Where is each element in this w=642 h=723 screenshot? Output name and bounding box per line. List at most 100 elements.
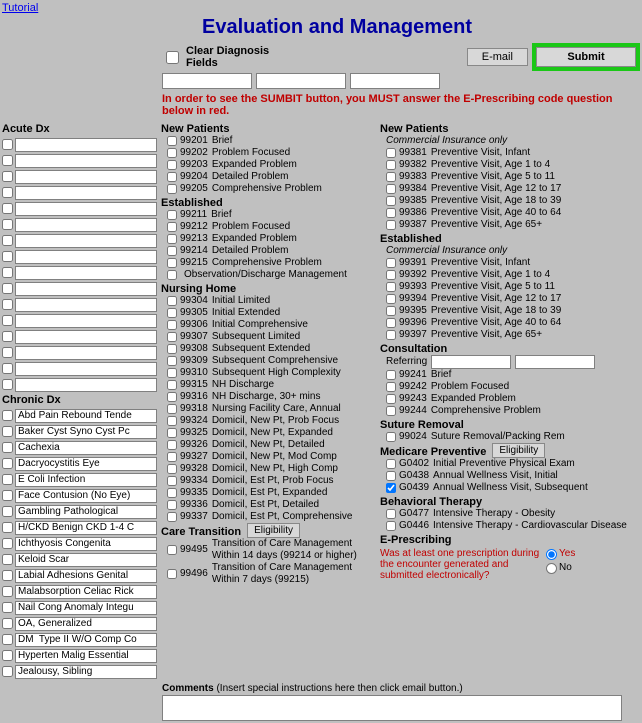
acute-dx-input[interactable]: [15, 362, 157, 376]
chronic-dx-input[interactable]: [15, 633, 157, 647]
code-check[interactable]: [167, 172, 177, 182]
code-check[interactable]: [386, 406, 396, 416]
chronic-dx-check[interactable]: [2, 602, 13, 613]
acute-dx-input[interactable]: [15, 266, 157, 280]
chronic-dx-input[interactable]: [15, 537, 157, 551]
referring-input-1[interactable]: [431, 355, 511, 369]
chronic-dx-check[interactable]: [2, 426, 13, 437]
acute-dx-input[interactable]: [15, 170, 157, 184]
code-check[interactable]: [167, 246, 177, 256]
code-check[interactable]: [386, 521, 396, 531]
chronic-dx-check[interactable]: [2, 634, 13, 645]
clear-dx-checkbox[interactable]: [166, 51, 179, 64]
code-check[interactable]: [386, 294, 396, 304]
code-check[interactable]: [167, 452, 177, 462]
code-check[interactable]: [167, 258, 177, 268]
chronic-dx-input[interactable]: [15, 489, 157, 503]
email-button[interactable]: E-mail: [467, 48, 528, 66]
code-check[interactable]: [167, 500, 177, 510]
chronic-dx-input[interactable]: [15, 585, 157, 599]
acute-dx-check[interactable]: [2, 203, 13, 214]
chronic-dx-check[interactable]: [2, 522, 13, 533]
code-check[interactable]: [167, 416, 177, 426]
chronic-dx-input[interactable]: [15, 569, 157, 583]
code-check[interactable]: [386, 382, 396, 392]
chronic-dx-input[interactable]: [15, 617, 157, 631]
code-check[interactable]: [386, 148, 396, 158]
chronic-dx-check[interactable]: [2, 410, 13, 421]
code-check[interactable]: [386, 394, 396, 404]
acute-dx-check[interactable]: [2, 379, 13, 390]
code-check[interactable]: [386, 220, 396, 230]
acute-dx-check[interactable]: [2, 331, 13, 342]
chronic-dx-check[interactable]: [2, 458, 13, 469]
chronic-dx-input[interactable]: [15, 665, 157, 679]
chronic-dx-check[interactable]: [2, 506, 13, 517]
chronic-dx-input[interactable]: [15, 473, 157, 487]
code-check[interactable]: [386, 160, 396, 170]
tutorial-link[interactable]: Tutorial: [2, 2, 640, 14]
code-check[interactable]: [386, 184, 396, 194]
acute-dx-input[interactable]: [15, 138, 157, 152]
code-check[interactable]: [167, 545, 177, 555]
chronic-dx-input[interactable]: [15, 553, 157, 567]
acute-dx-input[interactable]: [15, 298, 157, 312]
acute-dx-input[interactable]: [15, 154, 157, 168]
code-check[interactable]: [167, 320, 177, 330]
acute-dx-check[interactable]: [2, 363, 13, 374]
code-check[interactable]: [386, 459, 396, 469]
code-check[interactable]: [167, 184, 177, 194]
acute-dx-check[interactable]: [2, 155, 13, 166]
chronic-dx-check[interactable]: [2, 554, 13, 565]
code-check[interactable]: [386, 270, 396, 280]
code-check[interactable]: [167, 488, 177, 498]
code-check[interactable]: [167, 356, 177, 366]
acute-dx-input[interactable]: [15, 378, 157, 392]
acute-dx-check[interactable]: [2, 251, 13, 262]
acute-dx-check[interactable]: [2, 347, 13, 358]
code-check[interactable]: [167, 476, 177, 486]
acute-dx-check[interactable]: [2, 283, 13, 294]
acute-dx-check[interactable]: [2, 187, 13, 198]
code-check[interactable]: [167, 569, 177, 579]
code-check[interactable]: [167, 368, 177, 378]
code-check[interactable]: [386, 258, 396, 268]
code-check[interactable]: [167, 136, 177, 146]
acute-dx-input[interactable]: [15, 218, 157, 232]
chronic-dx-check[interactable]: [2, 570, 13, 581]
code-check[interactable]: [386, 318, 396, 328]
referring-input-2[interactable]: [515, 355, 595, 369]
code-check[interactable]: [167, 148, 177, 158]
acute-dx-input[interactable]: [15, 250, 157, 264]
acute-dx-check[interactable]: [2, 235, 13, 246]
code-check[interactable]: [386, 432, 396, 442]
acute-dx-input[interactable]: [15, 330, 157, 344]
chronic-dx-check[interactable]: [2, 490, 13, 501]
eprescribe-yes[interactable]: [546, 549, 557, 560]
comments-textarea[interactable]: [162, 695, 622, 721]
code-check[interactable]: [167, 210, 177, 220]
code-check[interactable]: [167, 380, 177, 390]
code-check[interactable]: [386, 196, 396, 206]
medicare-eligibility-button[interactable]: Eligibility: [492, 443, 545, 458]
code-check[interactable]: [167, 308, 177, 318]
care-eligibility-button[interactable]: Eligibility: [247, 523, 300, 538]
chronic-dx-check[interactable]: [2, 650, 13, 661]
acute-dx-input[interactable]: [15, 282, 157, 296]
chronic-dx-input[interactable]: [15, 505, 157, 519]
chronic-dx-input[interactable]: [15, 457, 157, 471]
acute-dx-check[interactable]: [2, 299, 13, 310]
code-check[interactable]: [386, 208, 396, 218]
code-check[interactable]: [167, 428, 177, 438]
code-check[interactable]: [386, 306, 396, 316]
code-check[interactable]: [386, 509, 396, 519]
chronic-dx-check[interactable]: [2, 538, 13, 549]
top-input-1[interactable]: [162, 73, 252, 89]
acute-dx-input[interactable]: [15, 346, 157, 360]
acute-dx-check[interactable]: [2, 267, 13, 278]
code-check[interactable]: [386, 483, 396, 493]
code-check[interactable]: [386, 471, 396, 481]
top-input-2[interactable]: [256, 73, 346, 89]
acute-dx-input[interactable]: [15, 202, 157, 216]
code-check[interactable]: [167, 464, 177, 474]
